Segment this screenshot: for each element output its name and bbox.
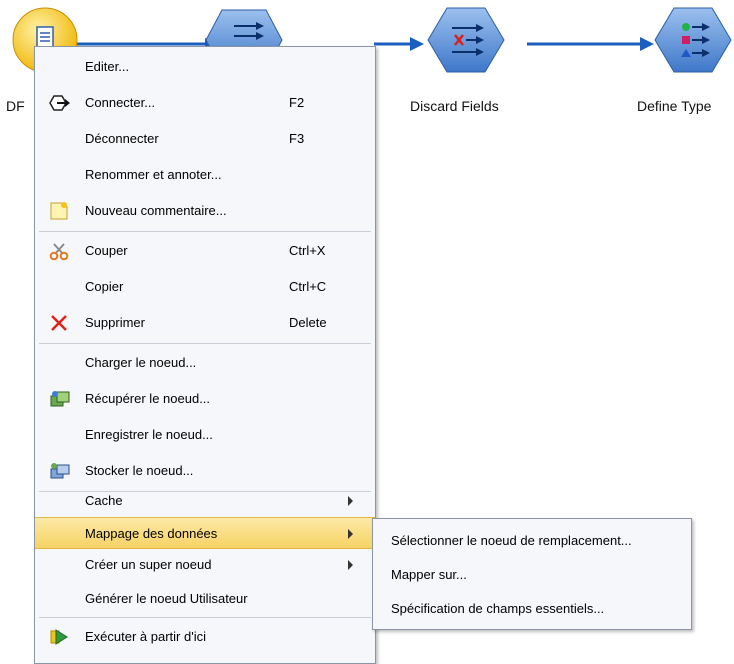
menu-item-shortcut: Ctrl+C [289, 279, 327, 294]
menu-item-label: Charger le noeud... [85, 355, 197, 370]
menu-item-label: Copier [85, 279, 124, 294]
menu-item-nouveau-commentaire[interactable]: Nouveau commentaire... [35, 193, 375, 229]
submenu-item-label: Sélectionner le noeud de remplacement... [391, 533, 632, 548]
define-type-icon[interactable] [654, 7, 732, 73]
run-from-here-icon [49, 627, 69, 647]
menu-separator [39, 231, 371, 232]
menu-item-shortcut: Delete [289, 315, 327, 330]
mappage-submenu: Sélectionner le noeud de remplacement...… [372, 518, 692, 630]
menu-item-label: Connecter... [85, 95, 156, 110]
discard-fields-icon[interactable] [427, 7, 505, 73]
menu-item-shortcut: Ctrl+X [289, 243, 326, 258]
menu-item-couper[interactable]: Couper Ctrl+X [35, 233, 375, 269]
menu-item-cache[interactable]: Cache [35, 483, 375, 519]
menu-item-copier[interactable]: Copier Ctrl+C [35, 269, 375, 305]
menu-item-generer-noeud-utilisateur[interactable]: Générer le noeud Utilisateur [35, 581, 375, 617]
submenu-item-label: Spécification de champs essentiels... [391, 601, 605, 616]
retrieve-node-icon [49, 389, 70, 409]
menu-item-label: Nouveau commentaire... [85, 203, 227, 218]
node-label-df: DF [6, 98, 25, 114]
menu-item-label: Supprimer [85, 315, 145, 330]
menu-item-creer-super-noeud[interactable]: Créer un super noeud [35, 547, 375, 583]
menu-item-mappage-donnees[interactable]: Mappage des données [35, 517, 375, 549]
submenu-arrow-icon [348, 560, 353, 570]
menu-item-recuperer-noeud[interactable]: Récupérer le noeud... [35, 381, 375, 417]
menu-item-label: Récupérer le noeud... [85, 391, 211, 406]
menu-item-label: Stocker le noeud... [85, 463, 194, 478]
menu-item-shortcut: F3 [289, 131, 305, 146]
connect-icon [49, 93, 70, 113]
menu-item-supprimer[interactable]: Supprimer Delete [35, 305, 375, 341]
context-menu: Editer... Connecter... F2 Déconnecter F3… [34, 46, 376, 664]
submenu-item-label: Mapper sur... [391, 567, 467, 582]
menu-item-label: Déconnecter [85, 131, 159, 146]
menu-item-label: Couper [85, 243, 128, 258]
store-node-icon [49, 461, 70, 481]
submenu-item-selectionner-remplacement[interactable]: Sélectionner le noeud de remplacement... [373, 523, 691, 557]
menu-item-label: Cache [85, 493, 123, 508]
menu-item-renommer[interactable]: Renommer et annoter... [35, 157, 375, 193]
menu-item-label: Mappage des données [85, 526, 218, 541]
node-label-discard-fields: Discard Fields [410, 98, 499, 114]
submenu-arrow-icon [348, 496, 353, 506]
scissors-icon [49, 241, 69, 261]
menu-item-shortcut: F2 [289, 95, 305, 110]
menu-item-label: Renommer et annoter... [85, 167, 222, 182]
menu-item-deconnecter[interactable]: Déconnecter F3 [35, 121, 375, 157]
new-comment-icon [49, 201, 69, 221]
connector-3 [527, 37, 654, 51]
menu-item-executer[interactable]: Exécuter à partir d'ici [35, 619, 375, 655]
menu-separator [39, 617, 371, 618]
menu-item-charger-noeud[interactable]: Charger le noeud... [35, 345, 375, 381]
submenu-item-specification-champs[interactable]: Spécification de champs essentiels... [373, 591, 691, 625]
menu-item-label: Générer le noeud Utilisateur [85, 591, 248, 606]
menu-item-label: Exécuter à partir d'ici [85, 629, 206, 644]
menu-item-enregistrer-noeud[interactable]: Enregistrer le noeud... [35, 417, 375, 453]
menu-separator [39, 343, 371, 344]
menu-item-editer[interactable]: Editer... [35, 49, 375, 85]
submenu-arrow-icon [348, 529, 353, 539]
menu-item-label: Enregistrer le noeud... [85, 427, 213, 442]
menu-item-label: Créer un super noeud [85, 557, 212, 572]
menu-item-connecter[interactable]: Connecter... F2 [35, 85, 375, 121]
connector-2 [374, 37, 424, 51]
node-label-define-type: Define Type [637, 98, 712, 114]
delete-x-icon [49, 313, 69, 333]
menu-item-label: Editer... [85, 59, 130, 74]
submenu-item-mapper-sur[interactable]: Mapper sur... [373, 557, 691, 591]
